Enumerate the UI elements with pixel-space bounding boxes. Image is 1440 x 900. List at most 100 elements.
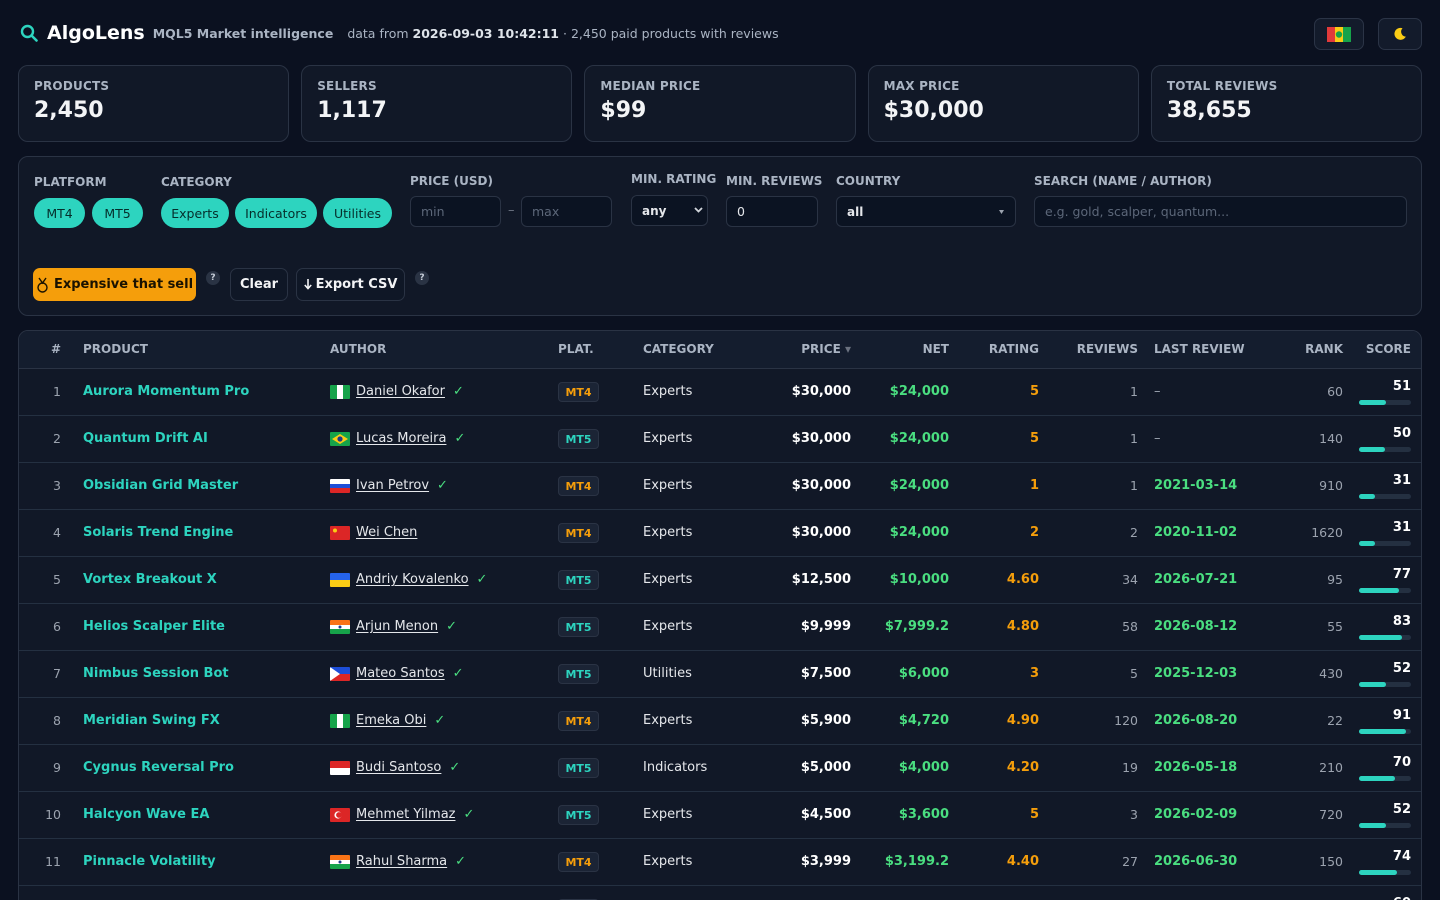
table-row[interactable]: 7 Nimbus Session Bot Mateo Santos ✓ MT5 Utili…	[19, 650, 1421, 697]
platform-badge: MT4	[558, 522, 599, 543]
search-input[interactable]	[1034, 196, 1407, 227]
product-link[interactable]: Obsidian Grid Master	[75, 462, 322, 509]
help-icon[interactable]: ?	[415, 271, 429, 285]
col-header-num[interactable]: #	[19, 331, 75, 369]
score-value: 74	[1392, 848, 1411, 864]
table-row[interactable]: 3 Obsidian Grid Master Ivan Petrov ✓ MT4 Expe…	[19, 462, 1421, 509]
col-header-reviews[interactable]: REVIEWS	[1047, 331, 1146, 369]
reviews-cell: 5	[1130, 666, 1138, 681]
author-link[interactable]: Mateo Santos	[356, 666, 445, 681]
rank-cell: 140	[1319, 431, 1343, 446]
product-link[interactable]: Aurora Momentum Pro	[75, 368, 322, 415]
author-link[interactable]: Lucas Moreira	[356, 431, 446, 446]
author-link[interactable]: Emeka Obi	[356, 713, 426, 728]
product-link[interactable]: Quantum Drift AI	[75, 415, 322, 462]
product-link[interactable]: Meridian Swing FX	[75, 697, 322, 744]
author-link[interactable]: Budi Santoso	[356, 760, 441, 775]
score-cell: 91	[1351, 697, 1421, 744]
min-rating-select[interactable]: any	[631, 195, 708, 226]
col-header-price[interactable]: PRICE ▾	[743, 331, 859, 369]
min-reviews-input[interactable]	[726, 196, 818, 227]
product-link[interactable]: Halcyon Wave EA	[75, 791, 322, 838]
country-select[interactable]: all	[836, 196, 1016, 227]
product-link[interactable]: Solaris Trend Engine	[75, 509, 322, 556]
score-bar	[1359, 822, 1411, 828]
last-review-cell: 2026-02-09	[1154, 807, 1238, 822]
author-link[interactable]: Ivan Petrov	[356, 478, 429, 493]
sort-desc-icon: ▾	[844, 342, 851, 357]
price-max-input[interactable]	[521, 196, 612, 227]
products-table: # PRODUCT AUTHOR PLAT. CATEGORY PRICE ▾ …	[18, 330, 1422, 900]
row-number: 9	[53, 760, 61, 775]
verified-check-icon: ✓	[446, 619, 458, 634]
reviews-cell: 19	[1122, 760, 1138, 775]
product-link[interactable]: Helios Scalper Elite	[75, 603, 322, 650]
table-row[interactable]: 8 Meridian Swing FX Emeka Obi ✓ MT4 Experts $5…	[19, 697, 1421, 744]
category-cell: Experts	[643, 525, 693, 540]
platform-badge: MT4	[558, 475, 599, 496]
table-row[interactable]: 9 Cygnus Reversal Pro Budi Santoso ✓ MT5 Indi…	[19, 744, 1421, 791]
row-number: 7	[53, 666, 61, 681]
author-link[interactable]: Rahul Sharma	[356, 854, 447, 869]
rating-cell: 2	[1029, 525, 1039, 540]
col-header-net[interactable]: NET	[859, 331, 957, 369]
col-header-product[interactable]: PRODUCT	[75, 331, 322, 369]
author-cell: Budi Santoso ✓	[322, 744, 550, 791]
product-link[interactable]: Vortex Breakout X	[75, 556, 322, 603]
reviews-cell: 34	[1122, 572, 1138, 587]
chip-category-utilities[interactable]: Utilities	[323, 198, 392, 228]
price-cell: $7,500	[800, 666, 851, 681]
verified-check-icon: ✓	[437, 478, 448, 493]
stat-label: SELLERS	[317, 79, 377, 93]
product-link[interactable]: Riptide Channel AI	[75, 885, 322, 900]
col-header-last-review[interactable]: LAST REVIEW	[1146, 331, 1262, 369]
product-link[interactable]: Cygnus Reversal Pro	[75, 744, 322, 791]
product-link[interactable]: Pinnacle Volatility	[75, 838, 322, 885]
platform-badge: MT5	[558, 663, 599, 684]
platform-badge: MT5	[558, 569, 599, 590]
net-cell: $24,000	[889, 478, 949, 493]
col-header-platform[interactable]: PLAT.	[550, 331, 635, 369]
score-bar-fill	[1359, 446, 1385, 452]
net-cell: $4,720	[898, 713, 949, 728]
col-header-author[interactable]: AUTHOR	[322, 331, 550, 369]
cn-flag-icon	[330, 525, 350, 540]
author-link[interactable]: Arjun Menon	[356, 619, 438, 634]
verified-check-icon: ✓	[454, 431, 466, 446]
theme-toggle-button[interactable]	[1378, 18, 1422, 50]
chip-platform-mt4[interactable]: MT4	[34, 198, 85, 228]
table-row[interactable]: 11 Pinnacle Volatility Rahul Sharma ✓ MT4 Exp…	[19, 838, 1421, 885]
author-link[interactable]: Wei Chen	[356, 525, 417, 540]
table-row[interactable]: 12Riptide Channel AIAhmed Hassan✓MT5Indi…	[19, 885, 1421, 900]
author-link[interactable]: Mehmet Yilmaz	[356, 807, 456, 822]
author-link[interactable]: Daniel Okafor	[356, 384, 445, 399]
expensive-that-sell-button[interactable]: Expensive that sell	[33, 268, 196, 301]
row-number: 5	[53, 572, 61, 587]
col-header-rating[interactable]: RATING	[957, 331, 1047, 369]
platform-badge: MT4	[558, 381, 599, 402]
table-row[interactable]: 6 Helios Scalper Elite Arjun Menon ✓ MT5 Expe…	[19, 603, 1421, 650]
verified-check-icon: ✓	[455, 854, 467, 869]
language-button[interactable]	[1314, 18, 1364, 50]
chip-category-indicators[interactable]: Indicators	[235, 198, 317, 228]
platform-cell: MT4	[550, 462, 635, 509]
product-link[interactable]: Nimbus Session Bot	[75, 650, 322, 697]
table-row[interactable]: 1 Aurora Momentum Pro Daniel Okafor ✓ MT4 Exp…	[19, 368, 1421, 415]
clear-button[interactable]: Clear	[230, 268, 288, 301]
help-icon[interactable]: ?	[206, 271, 220, 285]
author-link[interactable]: Andriy Kovalenko	[356, 572, 469, 587]
table-row[interactable]: 5 Vortex Breakout X Andriy Kovalenko ✓ MT5 Ex…	[19, 556, 1421, 603]
export-csv-button[interactable]: Export CSV	[296, 268, 405, 301]
col-header-score[interactable]: SCORE	[1351, 331, 1421, 369]
table-row[interactable]: 4 Solaris Trend Engine Wei Chen MT4 Experts $…	[19, 509, 1421, 556]
table-row[interactable]: 2 Quantum Drift AI Lucas Moreira ✓ MT5 Expert…	[19, 415, 1421, 462]
table-row[interactable]: 10 Halcyon Wave EA Mehmet Yilmaz ✓ MT5 Expert…	[19, 791, 1421, 838]
chip-category-experts[interactable]: Experts	[161, 198, 229, 228]
col-header-rank[interactable]: RANK	[1262, 331, 1351, 369]
price-min-input[interactable]	[410, 196, 501, 227]
ph-flag-icon	[330, 666, 350, 681]
chip-platform-mt5[interactable]: MT5	[92, 198, 143, 228]
platform-cell: MT5	[550, 791, 635, 838]
country-value: all	[847, 204, 864, 219]
col-header-category[interactable]: CATEGORY	[635, 331, 743, 369]
